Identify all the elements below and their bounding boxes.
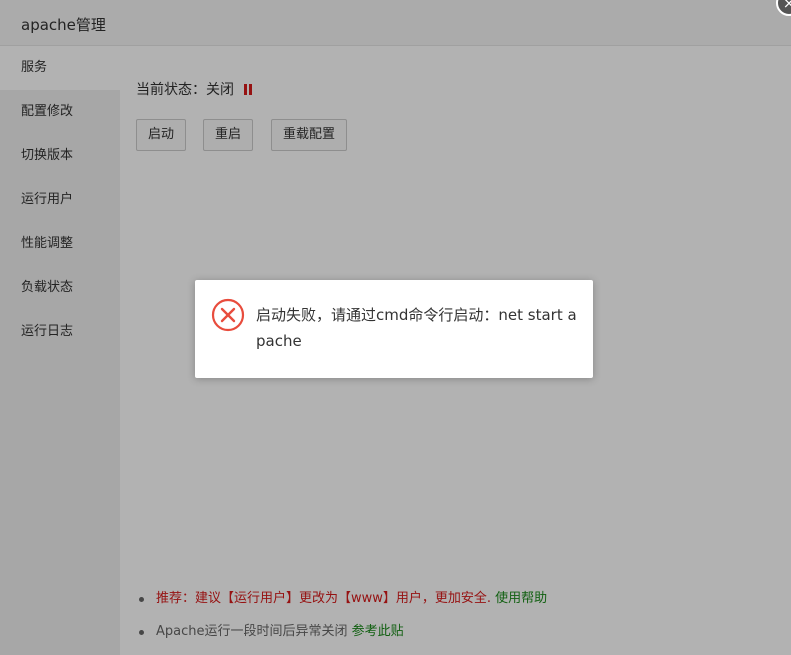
toast-message: 启动失败，请通过cmd命令行启动：net start apache	[256, 306, 577, 350]
error-circle-x-icon	[211, 298, 245, 332]
error-toast: 启动失败，请通过cmd命令行启动：net start apache	[195, 280, 593, 378]
